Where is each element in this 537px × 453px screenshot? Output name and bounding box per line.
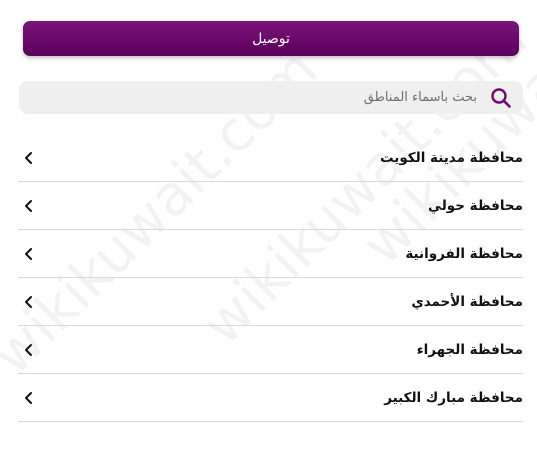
search-bar[interactable] xyxy=(19,81,523,114)
chevron-left-icon xyxy=(22,199,36,213)
list-item-hawalli[interactable]: محافظة حولي xyxy=(18,182,523,230)
list-item-mubarak-al-kabeer[interactable]: محافظة مبارك الكبير xyxy=(18,374,523,422)
chevron-left-icon xyxy=(22,391,36,405)
list-item-jahra[interactable]: محافظة الجهراء xyxy=(18,326,523,374)
list-item-label: محافظة الجهراء xyxy=(416,341,523,358)
list-item-label: محافظة حولي xyxy=(428,197,523,214)
chevron-left-icon xyxy=(22,295,36,309)
list-item-ahmadi[interactable]: محافظة الأحمدي xyxy=(18,278,523,326)
chevron-left-icon xyxy=(22,343,36,357)
list-item-label: محافظة مدينة الكويت xyxy=(379,149,523,166)
list-item-label: محافظة الأحمدي xyxy=(411,293,523,310)
list-item-capital[interactable]: محافظة مدينة الكويت xyxy=(18,134,523,182)
search-icon[interactable] xyxy=(489,86,513,110)
page: wikikuwait.com wikikuwait.com wikikuwait… xyxy=(0,0,537,453)
delivery-button[interactable]: توصيل xyxy=(23,21,519,56)
chevron-left-icon xyxy=(22,151,36,165)
list-item-farwaniya[interactable]: محافظة الفروانية xyxy=(18,230,523,278)
list-item-label: محافظة الفروانية xyxy=(405,245,523,262)
governorate-list: محافظة مدينة الكويت محافظة حولي محافظة ا… xyxy=(18,134,523,422)
search-input[interactable] xyxy=(19,81,477,114)
list-item-label: محافظة مبارك الكبير xyxy=(384,389,523,406)
chevron-left-icon xyxy=(22,247,36,261)
